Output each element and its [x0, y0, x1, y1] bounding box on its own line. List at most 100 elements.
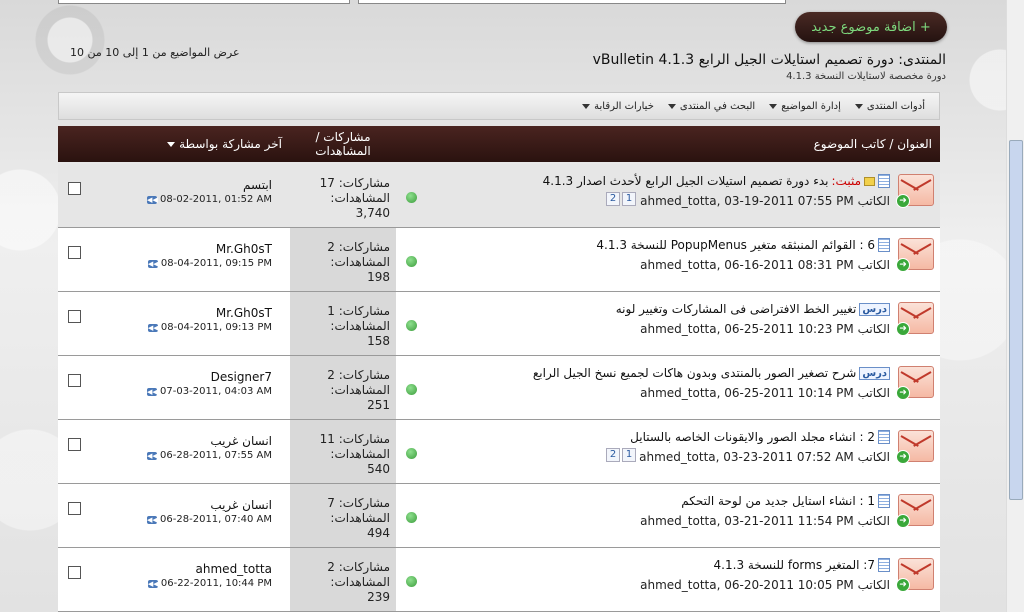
go-to-new-icon[interactable]: ➜	[896, 322, 910, 336]
tool-manage-topics[interactable]: إدارة المواضيع	[769, 101, 841, 112]
posts-count: مشاركات: 2	[327, 560, 390, 574]
last-post: ابتسم ◀◀ 08-02-2011, 01:52 AM	[146, 178, 272, 205]
tool-search-forum[interactable]: البحث في المنتدى	[667, 101, 755, 112]
status-dot-icon	[406, 320, 417, 331]
go-to-new-icon[interactable]: ➜	[896, 578, 910, 592]
last-post-user[interactable]: انسان غريب	[146, 498, 272, 512]
lesson-prefix: درس	[859, 302, 890, 316]
row-checkbox[interactable]	[68, 374, 81, 387]
page-links: 21	[606, 448, 636, 462]
row-checkbox[interactable]	[68, 310, 81, 323]
last-post: Mr.Gh0sT ◀◀ 08-04-2011, 09:15 PM	[146, 242, 272, 269]
topic-title-link[interactable]: شرح تصغير الصور بالمنتدى وبدون هاكات لجم…	[533, 366, 856, 380]
topic-title-line: مثبت: بدء دورة تصميم استيلات الجيل الرابع…	[543, 174, 890, 188]
row-checkbox[interactable]	[68, 502, 81, 515]
posts-count: مشاركات: 1	[327, 304, 390, 318]
topic-author[interactable]: الكاتب ahmed_totta, 06-25-2011 10:14 PM	[640, 386, 890, 400]
go-to-new-icon[interactable]: ➜	[896, 514, 910, 528]
topic-stats: مشاركات: 2 المشاهدات: 239	[306, 560, 390, 605]
go-to-post-icon[interactable]: ◀◀	[147, 579, 159, 588]
caret-down-icon	[667, 103, 676, 109]
scrollbar-thumb[interactable]	[1009, 140, 1023, 500]
go-to-new-icon[interactable]: ➜	[896, 194, 910, 208]
topic-title-line: 1 : انشاء استايل جديد من لوحة التحكم	[681, 494, 890, 508]
last-post-date-line: ◀◀ 07-03-2011, 04:03 AM	[146, 386, 272, 397]
last-post-date: 07-03-2011, 04:03 AM	[160, 386, 272, 397]
views-label: المشاهدات:	[330, 319, 390, 333]
last-post-user[interactable]: انسان غريب	[146, 434, 272, 448]
row-checkbox[interactable]	[68, 438, 81, 451]
table-row[interactable]: ➜ 1 : انشاء استايل جديد من لوحة التحكم الك…	[58, 484, 940, 548]
go-to-post-icon[interactable]: ◀◀	[147, 451, 158, 460]
forum-title: المنتدى: دورة تصميم استايلات الجيل الراب…	[592, 52, 946, 68]
status-dot-icon	[406, 256, 417, 267]
table-row[interactable]: ➜ درس شرح تصغير الصور بالمنتدى وبدون هاكات…	[58, 356, 940, 420]
last-post-user[interactable]: Mr.Gh0sT	[146, 242, 272, 256]
tool-moderation[interactable]: خيارات الرقابة	[582, 101, 654, 112]
posts-count: مشاركات: 11	[319, 432, 390, 446]
topic-title-link[interactable]: 2 : انشاء مجلد الصور والايقونات الخاصه ب…	[630, 430, 875, 444]
topic-stats: مشاركات: 2 المشاهدات: 251	[306, 368, 390, 413]
topic-stats: مشاركات: 17 المشاهدات: 3,740	[306, 176, 390, 221]
table-row[interactable]: ➜ 2 : انشاء مجلد الصور والايقونات الخاصه …	[58, 420, 940, 484]
tool-label: أدوات المنتدى	[866, 100, 925, 112]
doc-icon	[878, 238, 890, 252]
forum-toolbar: أدوات المنتدى إدارة المواضيع البحث في ال…	[58, 92, 940, 120]
col-title-header[interactable]: العنوان / كاتب الموضوع	[632, 126, 932, 162]
last-post-date: 06-28-2011, 07:40 AM	[160, 514, 272, 525]
go-to-new-icon[interactable]: ➜	[896, 386, 910, 400]
scrollbar[interactable]	[1006, 0, 1024, 612]
last-post-date: 06-28-2011, 07:55 AM	[160, 450, 272, 461]
row-checkbox[interactable]	[68, 566, 81, 579]
page-link[interactable]: 1	[622, 192, 636, 206]
row-checkbox[interactable]	[68, 182, 81, 195]
last-post-user[interactable]: ابتسم	[146, 178, 272, 192]
doc-icon	[878, 558, 890, 572]
lesson-prefix: درس	[859, 366, 890, 380]
topic-title-link[interactable]: تغيير الخط الافتراضى فى المشاركات وتغيير…	[616, 302, 857, 316]
tool-label: إدارة المواضيع	[781, 100, 841, 112]
last-post-date-line: ◀◀ 06-28-2011, 07:55 AM	[146, 450, 272, 461]
go-to-post-icon[interactable]: ◀◀	[147, 195, 158, 204]
topic-author[interactable]: الكاتب ahmed_totta, 06-20-2011 10:05 PM	[640, 578, 890, 592]
topic-title-link[interactable]: 6 : القوائم المنبثقه متغير PopupMenus لل…	[596, 238, 875, 252]
page-link[interactable]: 2	[606, 448, 620, 462]
topic-count: عرض المواضيع من 1 إلى 10 من 10	[70, 46, 240, 59]
topic-title-link[interactable]: بدء دورة تصميم استيلات الجيل الرابع لأحد…	[543, 174, 829, 188]
page-link[interactable]: 1	[622, 448, 636, 462]
posts-count: مشاركات: 17	[319, 176, 390, 190]
caret-down-icon	[167, 141, 176, 147]
views-count: 251	[367, 398, 390, 412]
go-to-new-icon[interactable]: ➜	[896, 258, 910, 272]
topic-author[interactable]: الكاتب ahmed_totta, 06-25-2011 10:23 PM	[640, 322, 890, 336]
topic-title-line: درس شرح تصغير الصور بالمنتدى وبدون هاكات …	[533, 366, 890, 380]
topic-author[interactable]: الكاتب ahmed_totta, 06-16-2011 08:31 PM	[640, 258, 890, 272]
go-to-post-icon[interactable]: ◀◀	[147, 515, 158, 524]
row-checkbox[interactable]	[68, 246, 81, 259]
table-row[interactable]: ➜ 7: المتغير forms للنسخة 4.1.3 الكاتب ahm…	[58, 548, 940, 612]
last-post-user[interactable]: Designer7	[146, 370, 272, 384]
go-to-post-icon[interactable]: ◀◀	[147, 259, 159, 268]
table-row[interactable]: ➜ درس تغيير الخط الافتراضى فى المشاركات وت…	[58, 292, 940, 356]
last-post-user[interactable]: Mr.Gh0sT	[146, 306, 272, 320]
col-stats-label: مشاركات / المشاهدات	[315, 130, 371, 158]
tool-forum-tools[interactable]: أدوات المنتدى	[854, 100, 925, 112]
col-stats-header[interactable]: مشاركات / المشاهدات	[290, 126, 396, 162]
last-post-date: 06-22-2011, 10:44 PM	[160, 578, 272, 589]
topic-title-link[interactable]: 1 : انشاء استايل جديد من لوحة التحكم	[681, 494, 875, 508]
topic-author[interactable]: الكاتب ahmed_totta, 03-21-2011 11:54 PM	[640, 514, 890, 528]
new-topic-button[interactable]: + اضافة موضوع جديد	[795, 12, 947, 42]
table-row[interactable]: ➜ 6 : القوائم المنبثقه متغير PopupMenus ل…	[58, 228, 940, 292]
topic-author[interactable]: الكاتب ahmed_totta, 03-23-2011 07:52 AM	[639, 450, 890, 464]
last-post-user[interactable]: ahmed_totta	[146, 562, 272, 576]
table-row[interactable]: ➜ مثبت: بدء دورة تصميم استيلات الجيل الراب…	[58, 164, 940, 228]
status-dot-icon	[406, 576, 417, 587]
go-to-new-icon[interactable]: ➜	[896, 450, 910, 464]
go-to-post-icon[interactable]: ◀◀	[147, 387, 158, 396]
last-post: Mr.Gh0sT ◀◀ 08-04-2011, 09:13 PM	[146, 306, 272, 333]
col-lastpost-header[interactable]: آخر مشاركة بواسطة	[142, 126, 282, 162]
topic-title-link[interactable]: 7: المتغير forms للنسخة 4.1.3	[714, 558, 875, 572]
page-link[interactable]: 2	[606, 192, 620, 206]
topic-author[interactable]: الكاتب ahmed_totta, 03-19-2011 07:55 PM	[640, 194, 890, 208]
go-to-post-icon[interactable]: ◀◀	[147, 323, 159, 332]
